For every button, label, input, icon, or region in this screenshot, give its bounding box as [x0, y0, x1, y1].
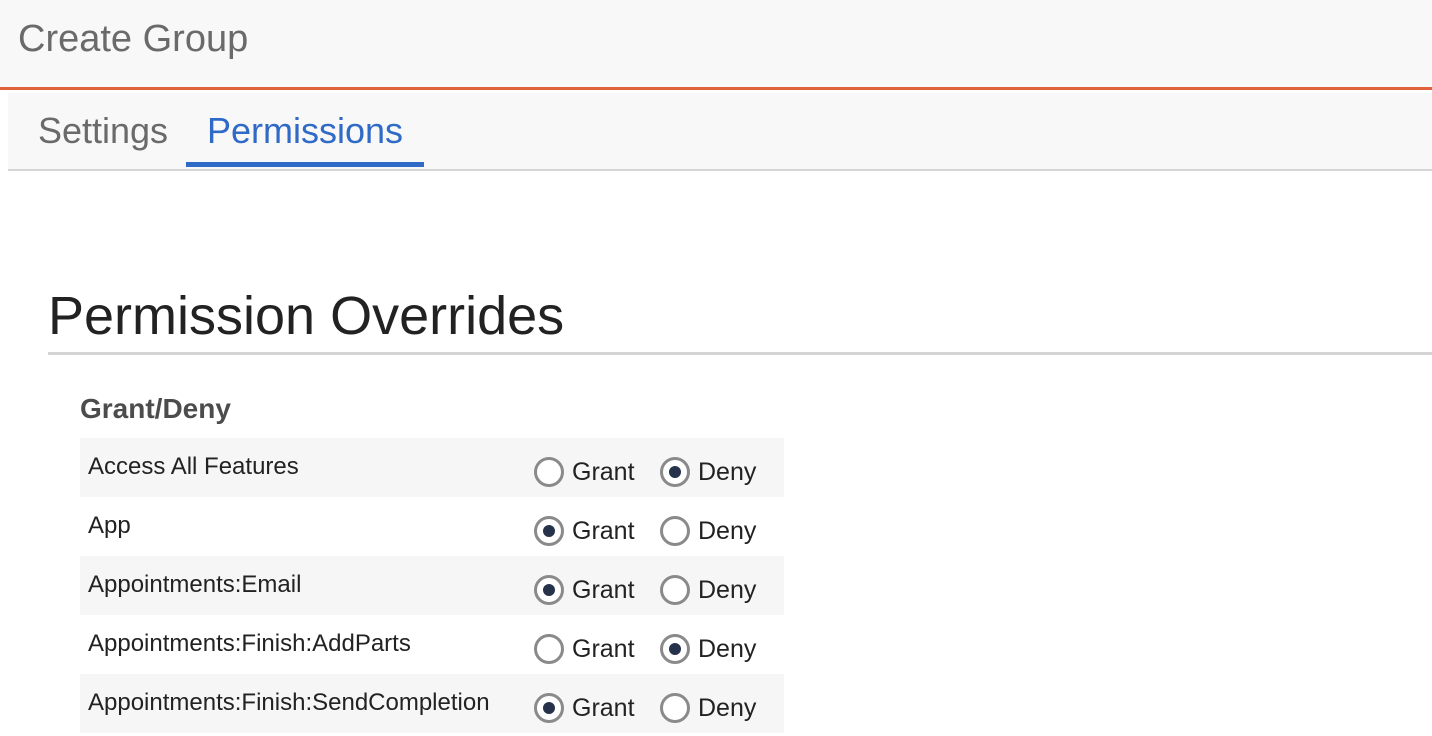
deny-label: Deny [698, 635, 757, 663]
deny-label: Deny [698, 694, 757, 722]
permissions-table: Access All Features Grant Deny App Grant… [80, 438, 784, 733]
deny-option[interactable]: Deny [660, 454, 756, 490]
deny-option[interactable]: Deny [660, 690, 756, 726]
grant-label: Grant [572, 576, 635, 604]
grant-option[interactable]: Grant [534, 454, 635, 490]
grant-radio[interactable] [534, 693, 564, 723]
deny-radio[interactable] [660, 693, 690, 723]
permission-row: App Grant Deny [80, 497, 784, 556]
tab-bar: Settings Permissions [8, 93, 1432, 171]
grant-option[interactable]: Grant [534, 572, 635, 608]
grant-radio[interactable] [534, 516, 564, 546]
deny-option[interactable]: Deny [660, 572, 756, 608]
deny-label: Deny [698, 458, 757, 486]
deny-label: Deny [698, 576, 757, 604]
permission-name: Access All Features [88, 453, 299, 480]
deny-option[interactable]: Deny [660, 631, 756, 667]
section-title: Permission Overrides [48, 286, 565, 346]
permission-row: Appointments:Finish:AddParts Grant Deny [80, 615, 784, 674]
page-title: Create Group [18, 18, 249, 60]
tab-settings[interactable]: Settings [18, 93, 188, 169]
deny-radio[interactable] [660, 516, 690, 546]
grant-radio[interactable] [534, 634, 564, 664]
deny-radio[interactable] [660, 457, 690, 487]
grant-option[interactable]: Grant [534, 690, 635, 726]
grant-option[interactable]: Grant [534, 631, 635, 667]
tab-permissions[interactable]: Permissions [186, 93, 424, 167]
permission-name: Appointments:Finish:SendCompletion [88, 689, 490, 716]
grant-radio[interactable] [534, 457, 564, 487]
grant-option[interactable]: Grant [534, 513, 635, 549]
permission-row: Appointments:Email Grant Deny [80, 556, 784, 615]
deny-option[interactable]: Deny [660, 513, 756, 549]
deny-label: Deny [698, 517, 757, 545]
grant-label: Grant [572, 694, 635, 722]
deny-radio[interactable] [660, 575, 690, 605]
section-divider [48, 352, 1432, 355]
grant-label: Grant [572, 458, 635, 486]
group-heading: Grant/Deny [80, 393, 231, 424]
grant-label: Grant [572, 635, 635, 663]
permission-name: Appointments:Finish:AddParts [88, 630, 411, 657]
grant-radio[interactable] [534, 575, 564, 605]
deny-radio[interactable] [660, 634, 690, 664]
permission-row: Appointments:Finish:SendCompletion Grant… [80, 674, 784, 733]
page-header: Create Group [0, 0, 1432, 90]
permission-row: Access All Features Grant Deny [80, 438, 784, 497]
grant-label: Grant [572, 517, 635, 545]
permission-name: App [88, 512, 131, 539]
permission-name: Appointments:Email [88, 571, 302, 598]
